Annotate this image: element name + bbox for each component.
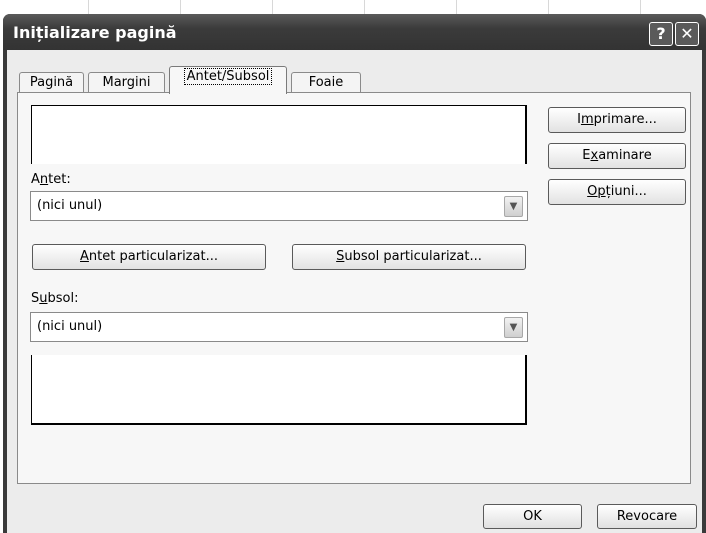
custom-footer-button[interactable]: Subsol particularizat... [292, 244, 526, 270]
dialog-body: Pagină Margini Antet/Subsol Foaie Antet:… [7, 50, 702, 533]
tab-label: Margini [102, 75, 151, 90]
cancel-button[interactable]: Revocare [597, 504, 697, 529]
chevron-down-icon[interactable]: ▼ [504, 196, 523, 217]
title-bar: Inițializare pagină ? ✕ [3, 14, 706, 50]
tab-pagina[interactable]: Pagină [19, 72, 84, 93]
header-select-value: (nici unul) [37, 198, 103, 213]
close-button[interactable]: ✕ [675, 22, 699, 46]
footer-preview [31, 355, 527, 425]
tab-label: Pagină [29, 75, 74, 90]
ok-button[interactable]: OK [483, 504, 582, 529]
page-setup-dialog: Inițializare pagină ? ✕ Pagină Margini A… [3, 14, 706, 533]
print-button[interactable]: Imprimare... [548, 107, 686, 133]
dialog-title: Inițializare pagină [13, 23, 177, 42]
tab-label: Antet/Subsol [183, 68, 273, 85]
options-button[interactable]: Opțiuni... [548, 179, 686, 205]
tab-foaie[interactable]: Foaie [291, 72, 361, 93]
spreadsheet-background [0, 0, 706, 14]
footer-select-value: (nici unul) [37, 319, 103, 334]
header-label: Antet: [31, 172, 71, 187]
tab-margini[interactable]: Margini [88, 72, 165, 93]
footer-select[interactable]: (nici unul) ▼ [30, 312, 528, 342]
custom-header-button[interactable]: Antet particularizat... [32, 244, 266, 270]
header-select[interactable]: (nici unul) ▼ [30, 191, 528, 221]
header-preview [31, 105, 527, 164]
tab-label: Foaie [308, 75, 344, 90]
tab-antet-subsol[interactable]: Antet/Subsol [169, 66, 287, 94]
tab-panel: Antet: (nici unul) ▼ Antet particulariza… [17, 92, 691, 484]
footer-label: Subsol: [31, 291, 79, 306]
chevron-down-icon[interactable]: ▼ [504, 317, 523, 338]
preview-button[interactable]: Examinare [548, 143, 686, 169]
help-button[interactable]: ? [649, 22, 673, 46]
